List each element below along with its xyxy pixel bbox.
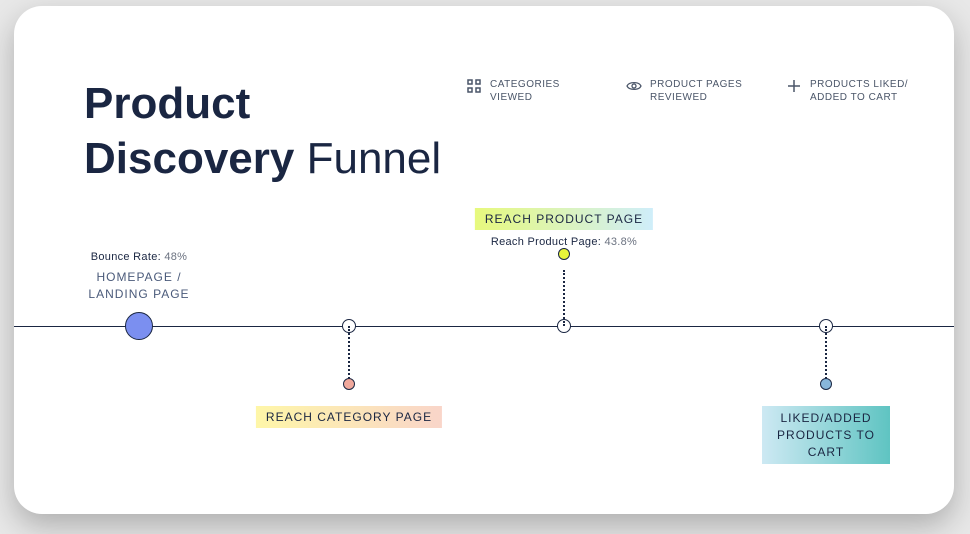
legend-pages: PRODUCT PAGES REVIEWED [626,78,756,104]
legend-liked: PRODUCTS LIKED/ ADDED TO CART [786,78,916,104]
legend-liked-label: PRODUCTS LIKED/ ADDED TO CART [810,78,916,104]
dot-product-end [558,248,570,260]
stage-liked: LIKED/ADDED PRODUCTS TO CART [762,406,890,464]
node-homepage [125,312,153,340]
node-category [342,319,356,333]
timeline-axis [14,326,954,327]
stage-homepage-metric: Bounce Rate: 48% [69,251,209,263]
funnel-card: Product Discovery Funnel CATEGORIES VIEW… [14,6,954,514]
node-liked [819,319,833,333]
stage-category: REACH CATEGORY PAGE [256,406,442,428]
stem-liked [825,326,827,382]
badge-liked: LIKED/ADDED PRODUCTS TO CART [762,406,890,464]
plus-icon [786,78,802,94]
title-line1: Product [84,79,250,128]
dot-category-end [343,378,355,390]
legend-categories: CATEGORIES VIEWED [466,78,596,104]
stem-category [348,326,350,382]
badge-category: REACH CATEGORY PAGE [256,406,442,428]
stem-product [563,270,565,326]
stage-product-metric: Reach Product Page: 43.8% [475,236,653,248]
dot-liked-end [820,378,832,390]
stage-homepage: Bounce Rate: 48% HOMEPAGE / LANDING PAGE [69,251,209,303]
dot-homepage [125,312,153,340]
legend-categories-label: CATEGORIES VIEWED [490,78,596,104]
title-line2-light: Funnel [307,134,442,183]
grid-icon [466,78,482,94]
eye-icon [626,78,642,94]
badge-product: REACH PRODUCT PAGE [475,208,653,230]
stage-product: REACH PRODUCT PAGE Reach Product Page: 4… [475,208,653,248]
node-product [557,319,571,333]
legend: CATEGORIES VIEWED PRODUCT PAGES REVIEWED… [466,78,916,104]
legend-pages-label: PRODUCT PAGES REVIEWED [650,78,756,104]
title-line2-bold: Discovery [84,134,294,183]
stage-homepage-label: HOMEPAGE / LANDING PAGE [69,269,209,303]
page-title: Product Discovery Funnel [84,76,441,186]
